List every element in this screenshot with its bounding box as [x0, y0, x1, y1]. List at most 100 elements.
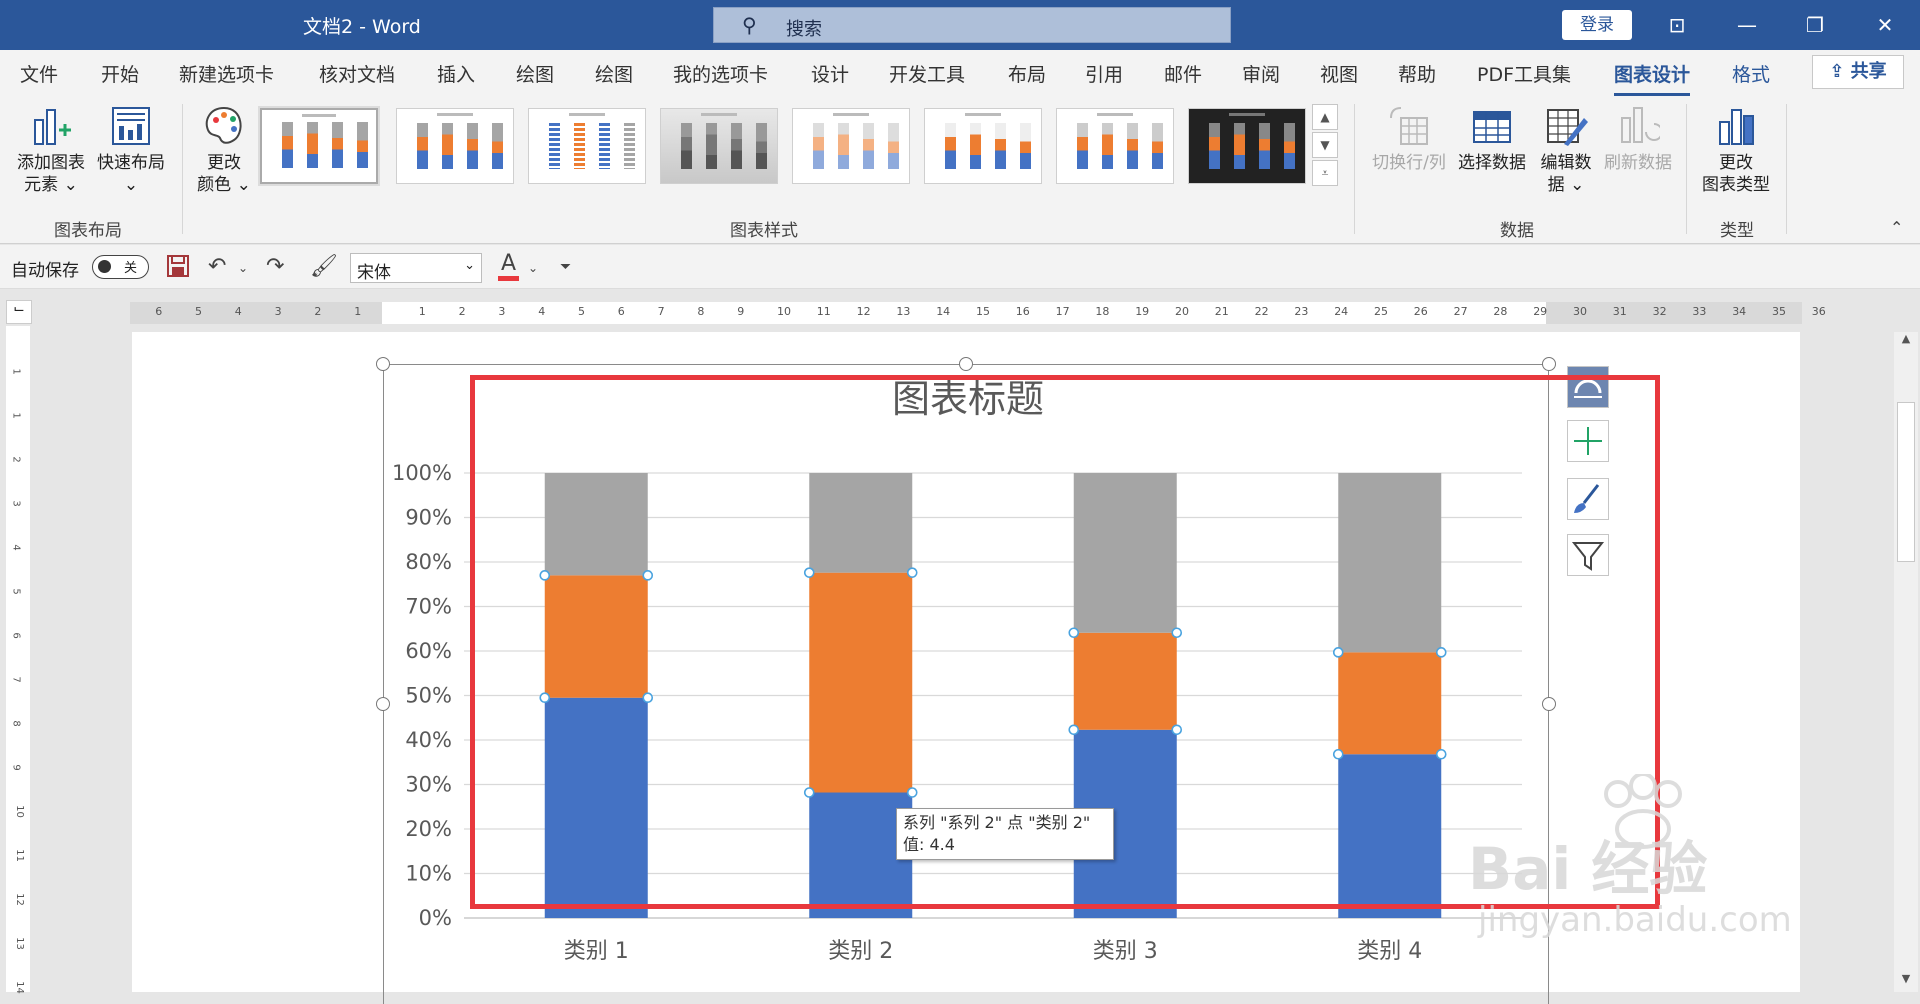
- title-bar: 文档2 - Word ⚲ 搜索 登录 ⊡ — ❐ ✕: [0, 0, 1920, 50]
- tab-help[interactable]: 帮助: [1398, 60, 1436, 87]
- ruler-number: 4: [538, 305, 546, 318]
- autosave-toggle[interactable]: 关: [92, 255, 149, 279]
- font-color-icon[interactable]: A: [498, 251, 520, 281]
- undo-dropdown-icon[interactable]: ⌄: [238, 261, 248, 275]
- ruler-number: 10: [777, 305, 791, 318]
- chart-style-1[interactable]: [260, 108, 378, 184]
- baidu-watermark: Bai 经验 jingyan.baidu.com: [1468, 774, 1848, 960]
- tab-pdf-tools[interactable]: PDF工具集: [1477, 60, 1571, 87]
- ruler-number: 20: [1175, 305, 1189, 318]
- ruler-number: 31: [1612, 305, 1627, 318]
- ruler-number: 8: [697, 305, 705, 318]
- group-separator: [1354, 104, 1355, 234]
- vertical-scrollbar[interactable]: ▲ ▼: [1894, 332, 1918, 992]
- tab-selector-icon[interactable]: ⌙: [6, 300, 32, 324]
- quick-access-toolbar: 自动保存 关 ↶ ⌄ ↷ 🖌 宋体 ⌄ A ⌄ ⏷: [0, 245, 1920, 289]
- palette-icon: [205, 106, 242, 144]
- group-label-chart-layout: 图表布局: [54, 221, 122, 241]
- font-name-select[interactable]: 宋体 ⌄: [350, 253, 482, 283]
- customize-toolbar-icon[interactable]: ⏷: [560, 259, 571, 275]
- tab-layout[interactable]: 布局: [1008, 60, 1046, 87]
- ruler-number: 30: [1573, 305, 1587, 318]
- tab-chart-design[interactable]: 图表设计: [1614, 60, 1691, 96]
- chart-style-6[interactable]: [924, 108, 1042, 184]
- ruler-text-area: [382, 302, 1546, 324]
- search-box[interactable]: ⚲ 搜索: [713, 7, 1231, 43]
- chart-style-2[interactable]: [396, 108, 514, 184]
- share-button[interactable]: ⇪ 共享: [1812, 55, 1904, 89]
- tab-file[interactable]: 文件: [20, 60, 58, 87]
- undo-icon[interactable]: ↶: [208, 254, 226, 279]
- login-button[interactable]: 登录: [1562, 10, 1632, 40]
- scroll-down-icon[interactable]: ▼: [1894, 972, 1918, 992]
- ruler-number: 7: [10, 676, 22, 683]
- ruler-number: 14: [936, 305, 951, 318]
- search-placeholder: 搜索: [786, 19, 822, 40]
- tab-mailings[interactable]: 邮件: [1164, 60, 1202, 87]
- gallery-more-icon[interactable]: ⩡: [1312, 160, 1338, 186]
- ruler-number: 21: [1214, 305, 1229, 318]
- y-tick-label: 50%: [405, 684, 452, 708]
- close-icon[interactable]: ✕: [1860, 6, 1910, 44]
- y-tick-label: 40%: [405, 728, 452, 752]
- tab-insert[interactable]: 插入: [437, 60, 475, 87]
- dropdown-icon: ⌄: [1570, 175, 1585, 195]
- tab-my-tab[interactable]: 我的选项卡: [673, 60, 768, 87]
- ruler-number: 24: [1334, 305, 1349, 318]
- tab-draw-1[interactable]: 绘图: [516, 60, 554, 87]
- tab-new[interactable]: 新建选项卡: [179, 60, 274, 87]
- ruler-number: 6: [155, 305, 163, 318]
- tab-home[interactable]: 开始: [101, 60, 139, 87]
- ruler-number: 1: [418, 305, 426, 318]
- chart-style-4[interactable]: [660, 108, 778, 184]
- tab-references[interactable]: 引用: [1085, 60, 1123, 87]
- minimize-icon[interactable]: —: [1722, 6, 1772, 44]
- ruler-number: 7: [657, 305, 665, 318]
- switch-row-column-label: 切换行/列: [1372, 153, 1446, 173]
- tab-review[interactable]: 审阅: [1242, 60, 1280, 87]
- refresh-data-button[interactable]: 刷新数据: [1600, 104, 1676, 174]
- group-label-data: 数据: [1500, 221, 1534, 241]
- change-chart-type-button[interactable]: 更改 图表类型: [1698, 104, 1774, 196]
- quick-layout-icon: [112, 107, 150, 145]
- document-title: 文档2 - Word: [303, 16, 421, 38]
- ruler-number: 5: [195, 305, 202, 318]
- select-data-button[interactable]: 选择数据: [1454, 104, 1530, 174]
- share-label: 共享: [1850, 61, 1887, 82]
- gallery-down-icon[interactable]: ▼: [1312, 132, 1338, 158]
- chart-style-3[interactable]: [528, 108, 646, 184]
- chart-style-5[interactable]: [792, 108, 910, 184]
- chart-style-7[interactable]: [1056, 108, 1174, 184]
- tab-draw-2[interactable]: 绘图: [595, 60, 633, 87]
- ruler-number: 11: [13, 849, 25, 862]
- autosave-state: 关: [124, 261, 138, 276]
- gallery-up-icon[interactable]: ▲: [1312, 104, 1338, 130]
- tab-review-doc[interactable]: 核对文档: [319, 60, 395, 87]
- ribbon-display-icon[interactable]: ⊡: [1652, 6, 1702, 44]
- change-colors-button[interactable]: 更改 颜色 ⌄: [194, 104, 254, 196]
- scroll-thumb[interactable]: [1897, 402, 1915, 562]
- ruler-number: 11: [816, 305, 831, 318]
- tab-developer[interactable]: 开发工具: [889, 60, 965, 87]
- edit-data-button[interactable]: 编辑数 据 ⌄: [1534, 104, 1598, 196]
- tab-format[interactable]: 格式: [1732, 60, 1770, 87]
- chart-style-8[interactable]: [1188, 108, 1306, 184]
- format-painter-icon[interactable]: 🖌: [310, 254, 338, 279]
- ruler-number: 13: [13, 937, 25, 950]
- switch-row-column-button[interactable]: 切换行/列: [1368, 104, 1450, 174]
- redo-icon[interactable]: ↷: [266, 254, 284, 279]
- ruler-number: 1: [10, 412, 22, 419]
- quick-layout-button[interactable]: 快速布局 ⌄: [94, 104, 168, 196]
- horizontal-ruler: 6 5 4 3 2 1 1 2 3 4 5 6 7 8 9 10 11 12 13 14 15 16 17 18 19 20 21 2…: [130, 302, 1826, 324]
- tab-view[interactable]: 视图: [1320, 60, 1358, 87]
- add-chart-element-button[interactable]: 添加图表 元素 ⌄: [12, 104, 90, 196]
- collapse-ribbon-icon[interactable]: ⌃: [1890, 218, 1903, 237]
- y-tick-label: 60%: [405, 639, 452, 663]
- tab-design[interactable]: 设计: [811, 60, 849, 87]
- save-icon[interactable]: [166, 254, 190, 284]
- font-color-dropdown-icon[interactable]: ⌄: [528, 261, 538, 275]
- ruler-number: 1: [354, 305, 362, 318]
- x-category-label: 类别 4: [1357, 939, 1422, 964]
- scroll-up-icon[interactable]: ▲: [1894, 332, 1918, 352]
- restore-icon[interactable]: ❐: [1790, 6, 1840, 44]
